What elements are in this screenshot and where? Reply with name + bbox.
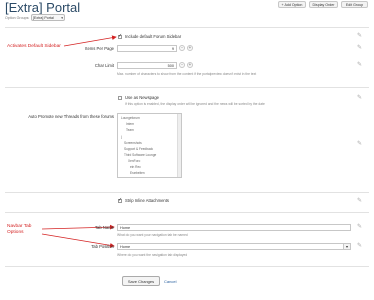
edit-pencil-icon[interactable]: ✎ [357, 61, 362, 68]
chevron-down-icon: ▾ [343, 244, 350, 249]
tab-position-select[interactable]: Home ▾ [117, 243, 351, 250]
edit-pencil-icon[interactable]: ✎ [357, 140, 362, 147]
increment-button[interactable]: + [187, 62, 193, 68]
decrement-button[interactable]: - [179, 62, 185, 68]
auto-promote-label: Auto Promote new Threads from these foru… [28, 114, 114, 119]
list-item[interactable]: ein Rec [130, 165, 141, 169]
list-item[interactable]: ( [121, 135, 122, 139]
cancel-link[interactable]: Cancel [164, 279, 176, 284]
edit-pencil-icon[interactable]: ✎ [357, 197, 362, 204]
tab-name-hint: What do you want your navigation tab be … [117, 233, 188, 237]
arrow-to-sidebar-checkbox [63, 35, 117, 47]
list-item[interactable]: Screenshots [124, 141, 142, 145]
divider [5, 212, 369, 213]
divider [5, 266, 369, 267]
tab-name-input[interactable]: Home [117, 224, 351, 231]
edit-pencil-icon[interactable]: ✎ [357, 223, 362, 230]
char-limit-input[interactable]: 500 [117, 62, 177, 69]
list-item[interactable]: Loungeforum [121, 116, 140, 120]
list-item[interactable]: Intern [126, 122, 134, 126]
annotation-navbar-tab-options: Options [7, 230, 24, 235]
edit-pencil-icon[interactable]: ✎ [357, 94, 362, 101]
char-limit-label: Char Limit [94, 63, 114, 68]
use-as-newspage-label: Use as Newspage [125, 95, 159, 100]
save-changes-button[interactable]: Save Changes [122, 276, 160, 286]
list-item[interactable]: Support & Feedback [124, 147, 153, 151]
forums-listbox[interactable]: Loungeforum Intern Team ( Screenshots Su… [117, 113, 182, 178]
listbox-scrollbar[interactable] [177, 114, 181, 177]
char-limit-hint: Max. number of characters to show from t… [117, 72, 257, 76]
items-per-page-label: Items Per Page [85, 46, 114, 51]
tab-name-label: Tab Name [94, 225, 114, 230]
list-item[interactable]: Third Software Lounge [124, 153, 156, 157]
strip-inline-label: Strip Inline Attachments [125, 198, 169, 203]
increment-button[interactable]: + [187, 45, 193, 51]
divider [5, 87, 369, 88]
strip-inline-checkbox[interactable] [118, 197, 122, 203]
use-as-newspage-checkbox[interactable] [118, 96, 122, 100]
list-item[interactable]: Erarbeiten [130, 171, 145, 175]
edit-pencil-icon[interactable]: ✎ [357, 242, 362, 249]
annotation-navbar-tab: Navbar Tab [7, 224, 32, 229]
tab-position-label: Tab Position [91, 244, 114, 249]
list-item[interactable]: Team [126, 128, 134, 132]
list-item[interactable]: XenForo [128, 159, 140, 163]
tab-position-hint: Where do you want the navigation tab dis… [117, 253, 188, 257]
use-as-newspage-hint: If this option is enabled, the display o… [125, 102, 265, 106]
edit-pencil-icon[interactable]: ✎ [357, 44, 362, 51]
tab-position-selected: Home [120, 245, 131, 249]
items-per-page-input[interactable]: 9 [117, 45, 177, 52]
divider [5, 192, 369, 193]
decrement-button[interactable]: - [179, 45, 185, 51]
